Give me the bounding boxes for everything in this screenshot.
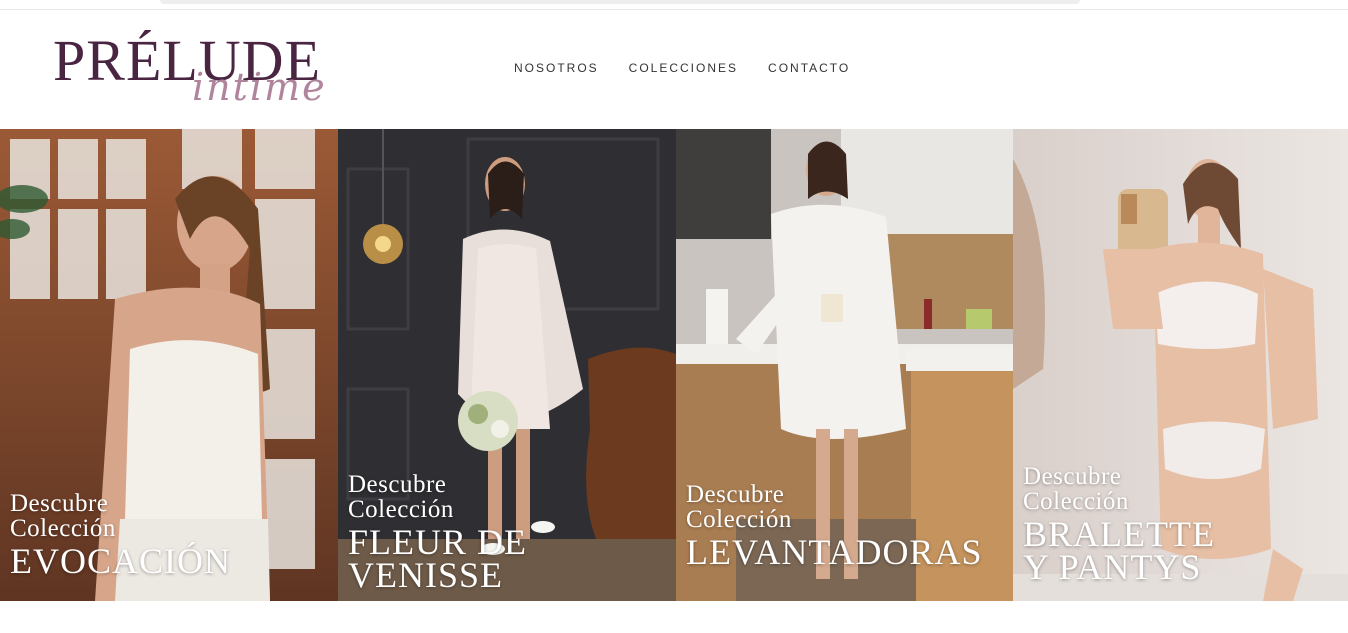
address-bar-edge	[160, 0, 1080, 4]
caption-descubre: Descubre	[348, 471, 447, 498]
caption-coleccion: Colección	[1023, 488, 1129, 515]
nav-item-nosotros[interactable]: NOSOTROS	[514, 61, 599, 75]
caption-descubre: Descubre	[10, 490, 109, 517]
collection-card-fleur-de-venisse[interactable]: Descubre Colección FLEUR DE VENISSE	[338, 129, 676, 601]
caption-title: LEVANTADORAS	[686, 532, 983, 572]
caption-coleccion: Colección	[348, 496, 454, 523]
caption-coleccion: Colección	[686, 506, 792, 533]
site-header: PRÉLUDE intime NOSOTROS COLECCIONES CONT…	[0, 10, 1348, 129]
nav-item-contacto[interactable]: CONTACTO	[768, 61, 850, 75]
nav-item-colecciones[interactable]: COLECCIONES	[629, 61, 738, 75]
caption-title-line2: Y PANTYS	[1023, 547, 1202, 587]
collection-card-bralette-y-pantys[interactable]: Descubre Colección BRALETTE Y PANTYS	[1013, 129, 1348, 601]
evocacion-caption: Descubre Colección EVOCACIÓN	[10, 490, 231, 581]
caption-coleccion: Colección	[10, 515, 116, 542]
fleur-de-venisse-caption: Descubre Colección FLEUR DE VENISSE	[348, 471, 527, 595]
collection-card-evocacion[interactable]: Descubre Colección EVOCACIÓN	[0, 129, 338, 601]
main-nav: NOSOTROS COLECCIONES CONTACTO	[514, 61, 850, 75]
browser-top-strip	[0, 0, 1348, 10]
levantadoras-caption: Descubre Colección LEVANTADORAS	[686, 481, 983, 572]
caption-title: EVOCACIÓN	[10, 541, 231, 581]
caption-title-line2: VENISSE	[348, 555, 504, 595]
collection-card-levantadoras[interactable]: Descubre Colección LEVANTADORAS	[676, 129, 1013, 601]
caption-descubre: Descubre	[686, 481, 785, 508]
collections-grid: Descubre Colección EVOCACIÓN Descubre Co…	[0, 129, 1348, 601]
logo-tagline: intime	[192, 65, 327, 109]
caption-descubre: Descubre	[1023, 463, 1122, 490]
bralette-y-pantys-caption: Descubre Colección BRALETTE Y PANTYS	[1023, 463, 1215, 587]
